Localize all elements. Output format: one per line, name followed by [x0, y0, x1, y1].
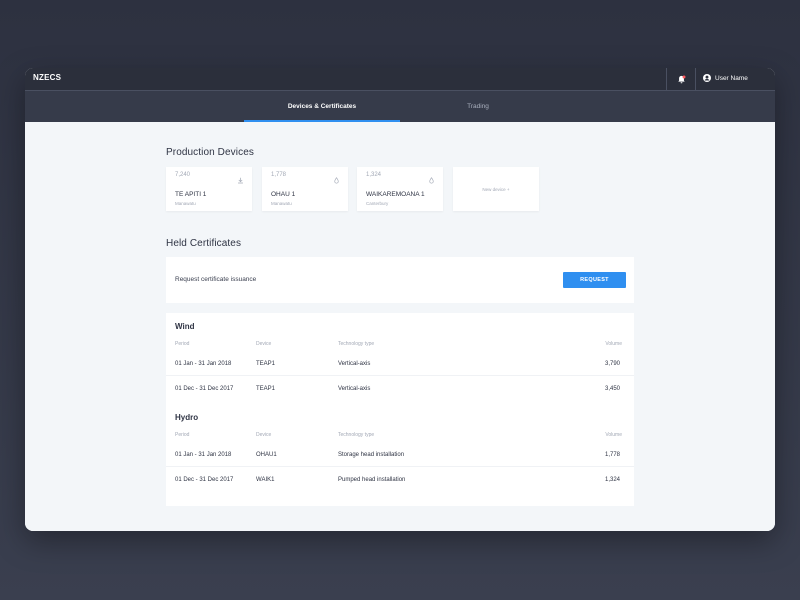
cell-technology: Pumped head installation [338, 477, 406, 483]
cell-period: 01 Dec - 31 Dec 2017 [175, 477, 234, 483]
water-drop-icon [428, 171, 435, 189]
header-volume: Volume [605, 432, 622, 438]
header-device: Device [256, 432, 272, 438]
header-technology: Technology type [338, 341, 375, 347]
device-name: WAIKAREMOANA 1 [366, 191, 425, 198]
header-volume: Volume [605, 341, 622, 347]
device-name: TE APITI 1 [175, 191, 207, 198]
header-technology: Technology type [338, 432, 375, 438]
header-device: Device [256, 341, 272, 347]
device-region: Manawatu [175, 201, 196, 206]
device-card[interactable]: 7,240 TE APITI 1 Manawatu [166, 167, 252, 211]
app-brand[interactable]: NZECS [33, 73, 61, 82]
cell-technology: Vertical-axis [338, 361, 371, 367]
header-period: Period [175, 432, 190, 438]
held-certificates-title: Held Certificates [166, 238, 242, 249]
cell-device: TEAP1 [256, 361, 276, 367]
cell-technology: Vertical-axis [338, 386, 371, 392]
device-value: 7,240 [175, 172, 191, 178]
tab-devices-certificates[interactable]: Devices & Certificates [244, 91, 400, 122]
header-period: Period [175, 341, 190, 347]
request-panel: Request certificate issuance REQUEST [166, 257, 634, 303]
row-divider [166, 466, 634, 467]
cell-device: OHAU1 [256, 452, 277, 458]
cell-technology: Storage head installation [338, 452, 405, 458]
cell-period: 01 Jan - 31 Jan 2018 [175, 452, 232, 458]
user-avatar-icon [703, 74, 711, 82]
device-region: Canterbury [366, 201, 389, 206]
cell-period: 01 Jan - 31 Jan 2018 [175, 361, 232, 367]
user-menu[interactable]: User Name [703, 74, 748, 82]
group-title: Wind [175, 322, 195, 331]
cell-volume: 3,450 [604, 386, 620, 392]
new-device-label: New device + [482, 186, 510, 192]
cell-device: WAIK1 [256, 477, 275, 483]
request-button[interactable]: REQUEST [563, 272, 626, 288]
row-divider [166, 375, 634, 376]
notifications-button[interactable] [666, 68, 696, 90]
device-region: Manawatu [271, 201, 292, 206]
bell-icon [677, 75, 685, 83]
download-icon [237, 171, 244, 189]
tab-trading[interactable]: Trading [400, 91, 556, 122]
production-devices-title: Production Devices [166, 147, 254, 158]
device-value: 1,778 [271, 172, 287, 178]
device-card[interactable]: 1,324 WAIKAREMOANA 1 Canterbury [357, 167, 443, 211]
group-title: Hydro [175, 413, 199, 422]
cell-volume: 1,778 [604, 452, 620, 458]
cell-volume: 1,324 [604, 477, 620, 483]
tab-bar: Devices & Certificates Trading [25, 91, 775, 122]
main-content: Production Devices 7,240 TE APITI 1 Mana… [25, 122, 775, 531]
user-name: User Name [715, 74, 748, 82]
request-label: Request certificate issuance [175, 276, 257, 283]
top-bar: NZECS User Name [25, 68, 775, 91]
device-value: 1,324 [366, 172, 382, 178]
cell-volume: 3,790 [604, 361, 620, 367]
certificates-table: Wind Period Device Technology type Volum… [166, 313, 634, 506]
water-drop-icon [333, 171, 340, 189]
device-name: OHAU 1 [271, 191, 296, 198]
app-window: NZECS User Name Devices & Certificates T… [25, 68, 775, 531]
cell-device: TEAP1 [256, 386, 276, 392]
new-device-card[interactable]: New device + [453, 167, 539, 211]
device-card[interactable]: 1,778 OHAU 1 Manawatu [262, 167, 348, 211]
cell-period: 01 Dec - 31 Dec 2017 [175, 386, 234, 392]
